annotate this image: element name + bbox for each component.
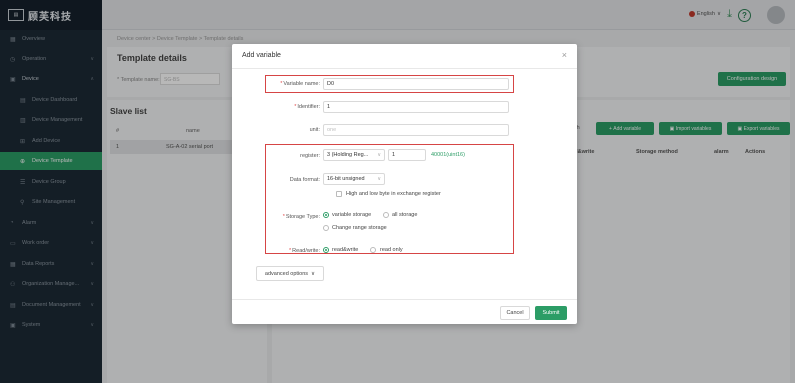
storage-change-range-radio[interactable]	[323, 225, 329, 231]
read-write-label: *Read/write:	[289, 248, 320, 254]
chevron-down-icon: ∨	[311, 270, 316, 277]
button-label: advanced options	[264, 270, 309, 277]
storage-all-label: all storage	[392, 212, 418, 218]
dialog-title: Add variable	[242, 52, 281, 59]
submit-button[interactable]: Submit	[535, 306, 567, 320]
storage-variable-radio[interactable]	[323, 212, 329, 218]
register-address-input[interactable]: 1	[388, 149, 426, 161]
unit-input[interactable]: one	[323, 124, 509, 136]
cancel-button[interactable]: Cancel	[500, 306, 530, 320]
storage-change-range-label: Change range storage	[332, 225, 387, 231]
byte-swap-checkbox[interactable]	[336, 191, 342, 197]
divider	[232, 299, 577, 300]
register-hint: 40001(uint16)	[431, 152, 465, 158]
identifier-input[interactable]: 1	[323, 101, 509, 113]
register-type-value: 3 (Holding Reg...	[327, 152, 369, 158]
storage-type-label: *Storage Type:	[282, 214, 320, 220]
divider	[232, 68, 577, 69]
variable-name-value: D0	[327, 81, 335, 87]
storage-all-radio[interactable]	[383, 212, 389, 218]
rw-read-write-radio[interactable]	[323, 247, 329, 253]
rw-read-only-label: read only	[380, 247, 403, 253]
unit-label: unit:	[309, 127, 320, 133]
variable-name-input[interactable]: D0	[323, 78, 509, 90]
advanced-options-button[interactable]: advanced options ∨	[256, 266, 324, 281]
unit-placeholder: one	[327, 127, 337, 133]
rw-read-only-radio[interactable]	[370, 247, 376, 253]
storage-variable-label: variable storage	[332, 212, 372, 218]
data-format-label: Data format:	[289, 177, 320, 183]
identifier-value: 1	[327, 104, 331, 110]
register-label: register:	[300, 153, 320, 159]
chevron-down-icon: ∨	[377, 176, 381, 182]
register-type-select[interactable]: 3 (Holding Reg... ∨	[323, 149, 385, 161]
identifier-label: *Identifier:	[294, 104, 320, 110]
data-format-select[interactable]: 16-bit unsigned ∨	[323, 173, 385, 185]
variable-name-label: *Variable name:	[280, 81, 320, 87]
data-format-value: 16-bit unsigned	[327, 176, 365, 182]
register-address-value: 1	[392, 152, 396, 158]
close-icon[interactable]: ×	[562, 50, 567, 60]
rw-read-write-label: read&write	[332, 247, 359, 253]
chevron-down-icon: ∨	[377, 152, 381, 158]
byte-swap-label: High and low byte in exchange register	[346, 191, 441, 197]
